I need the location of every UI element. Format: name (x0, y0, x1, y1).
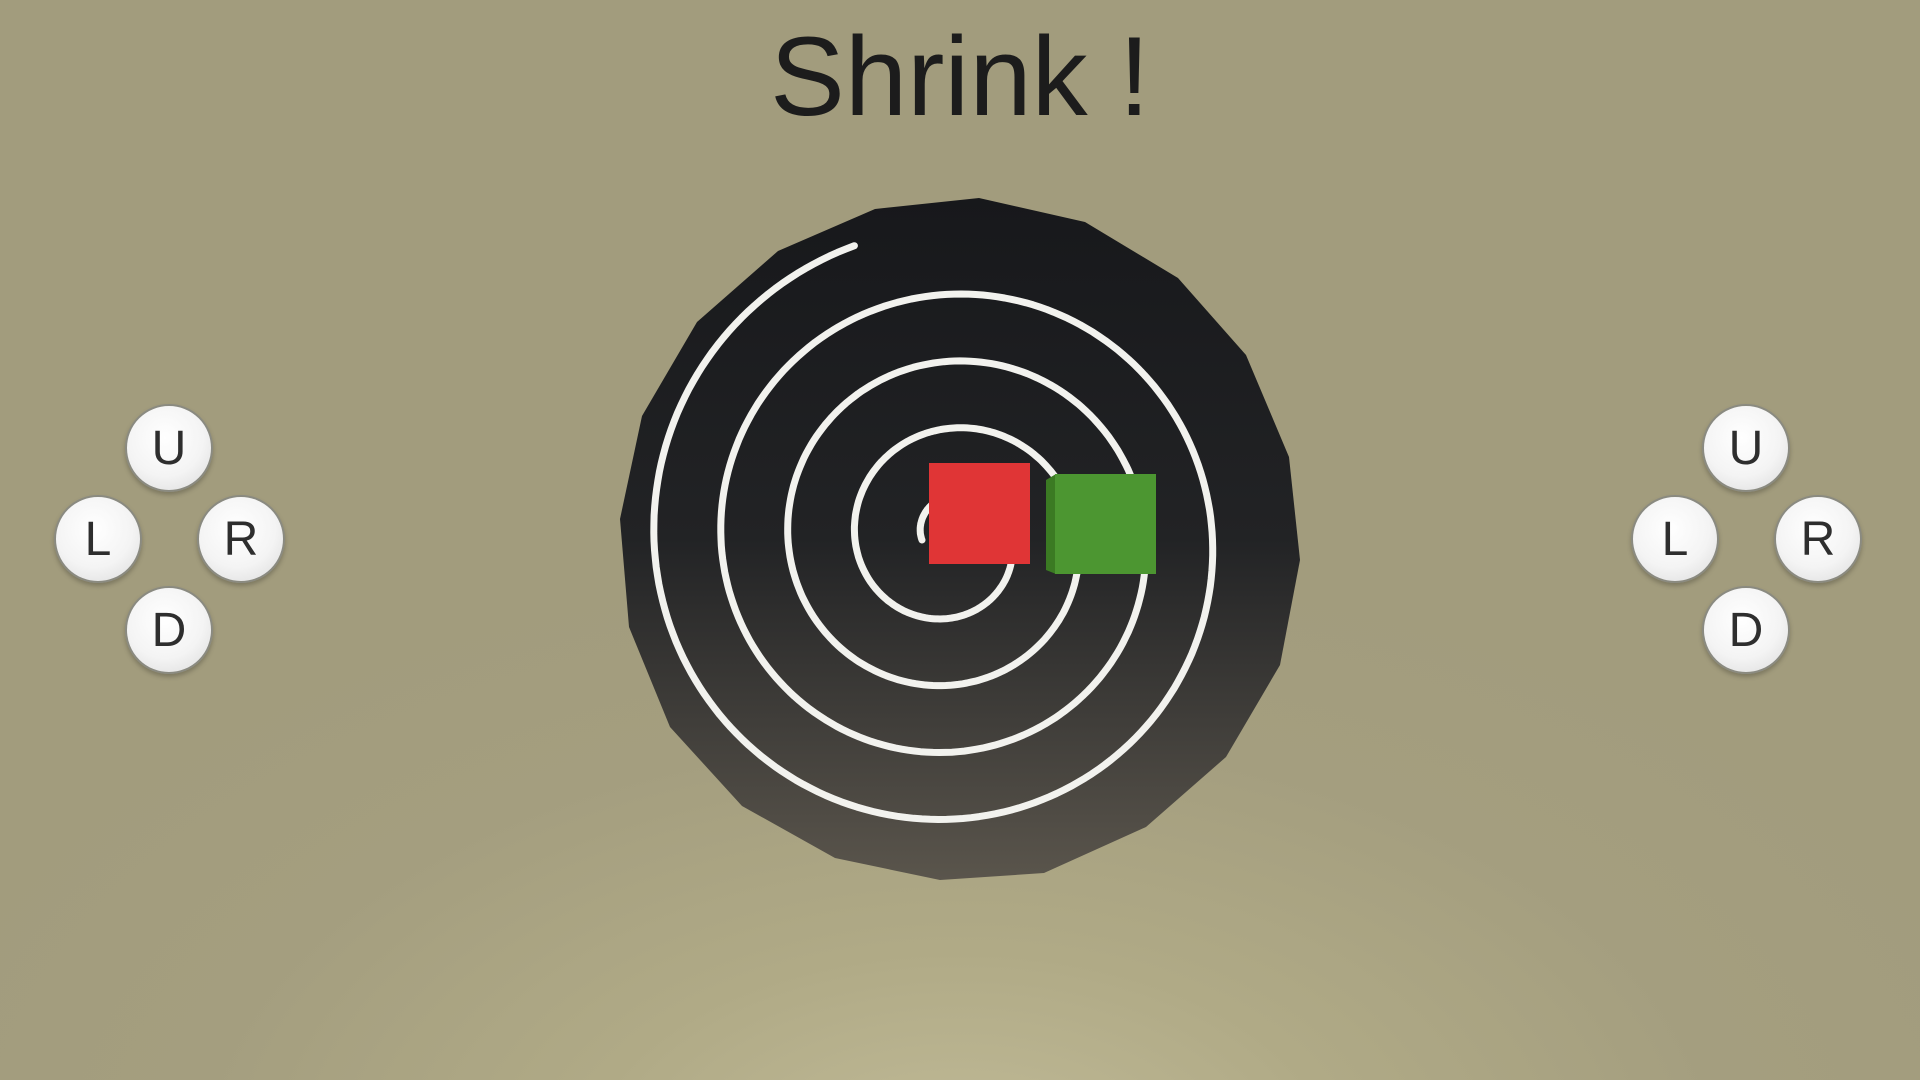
green-block-side (1046, 474, 1056, 574)
left-dpad: U L R D (52, 400, 292, 680)
right-left-button[interactable]: L (1631, 495, 1719, 583)
left-right-button[interactable]: R (197, 495, 285, 583)
right-down-button[interactable]: D (1702, 586, 1790, 674)
left-up-button[interactable]: U (125, 404, 213, 492)
left-left-button[interactable]: L (54, 495, 142, 583)
green-block (1055, 474, 1156, 574)
red-block (929, 463, 1030, 564)
right-right-button[interactable]: R (1774, 495, 1862, 583)
left-down-button[interactable]: D (125, 586, 213, 674)
right-dpad: U L R D (1629, 400, 1869, 680)
right-up-button[interactable]: U (1702, 404, 1790, 492)
